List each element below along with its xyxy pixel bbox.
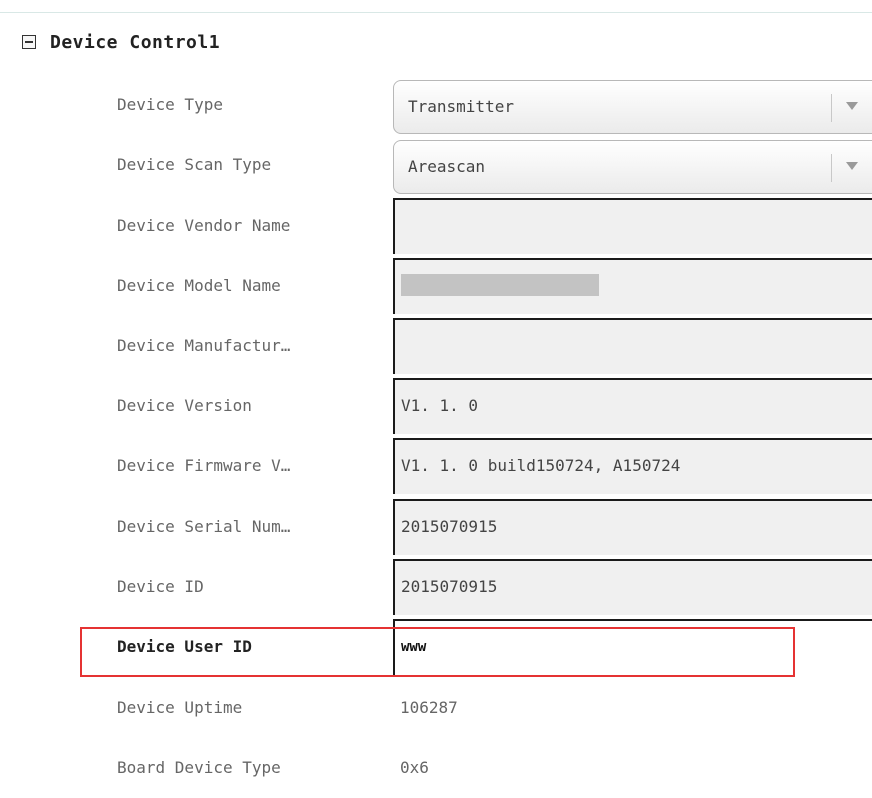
- property-row-board-device-type: Board Device Type 0x6: [0, 738, 872, 798]
- device-serial-number-field[interactable]: 2015070915: [393, 499, 872, 555]
- device-model-name-field[interactable]: [393, 258, 872, 314]
- property-row-device-manufacturer: Device Manufactur…: [0, 316, 872, 376]
- property-label: Device Type: [117, 95, 223, 114]
- property-label: Device Model Name: [117, 276, 281, 295]
- property-label: Device Firmware V…: [117, 456, 291, 475]
- top-divider: [0, 12, 872, 13]
- property-row-device-type: Device Type Transmitter: [0, 75, 872, 135]
- property-label: Device Serial Num…: [117, 517, 291, 536]
- device-id-field[interactable]: 2015070915: [393, 559, 872, 615]
- chevron-down-icon[interactable]: [846, 162, 858, 170]
- property-label: Device Version: [117, 396, 252, 415]
- device-scan-type-dropdown[interactable]: Areascan: [393, 140, 872, 194]
- device-manufacturer-field[interactable]: [393, 318, 872, 374]
- property-label: Device Uptime: [117, 698, 243, 717]
- property-label: Device Manufactur…: [117, 336, 291, 355]
- property-row-device-serial-number: Device Serial Num… 2015070915: [0, 497, 872, 557]
- property-label: Device Scan Type: [117, 155, 272, 174]
- property-row-device-user-id: Device User ID www: [0, 617, 872, 677]
- property-row-device-version: Device Version V1. 1. 0: [0, 376, 872, 436]
- device-user-id-input[interactable]: www: [393, 619, 872, 675]
- device-uptime-value: 106287: [400, 698, 458, 717]
- dropdown-selected-value: Transmitter: [408, 97, 514, 116]
- device-vendor-name-field[interactable]: [393, 198, 872, 254]
- property-label: Device Vendor Name: [117, 216, 291, 235]
- property-row-device-scan-type: Device Scan Type Areascan: [0, 135, 872, 195]
- property-row-device-firmware-version: Device Firmware V… V1. 1. 0 build150724,…: [0, 436, 872, 496]
- dropdown-separator: [831, 94, 832, 122]
- dropdown-separator: [831, 154, 832, 182]
- property-label: Device ID: [117, 577, 204, 596]
- board-device-type-value: 0x6: [400, 758, 429, 777]
- property-label: Device User ID: [117, 637, 252, 656]
- chevron-down-icon[interactable]: [846, 102, 858, 110]
- property-row-device-vendor-name: Device Vendor Name: [0, 196, 872, 256]
- redacted-value-block: [401, 274, 599, 296]
- property-row-device-model-name: Device Model Name: [0, 256, 872, 316]
- device-version-field[interactable]: V1. 1. 0: [393, 378, 872, 434]
- device-firmware-version-field[interactable]: V1. 1. 0 build150724, A150724: [393, 438, 872, 494]
- group-title: Device Control1: [50, 31, 221, 53]
- property-row-device-id: Device ID 2015070915: [0, 557, 872, 617]
- device-type-dropdown[interactable]: Transmitter: [393, 80, 872, 134]
- property-label: Board Device Type: [117, 758, 281, 777]
- collapse-minus-icon[interactable]: [22, 35, 36, 49]
- dropdown-selected-value: Areascan: [408, 157, 486, 176]
- group-header-device-control[interactable]: Device Control1: [22, 28, 220, 56]
- property-row-device-uptime: Device Uptime 106287: [0, 678, 872, 738]
